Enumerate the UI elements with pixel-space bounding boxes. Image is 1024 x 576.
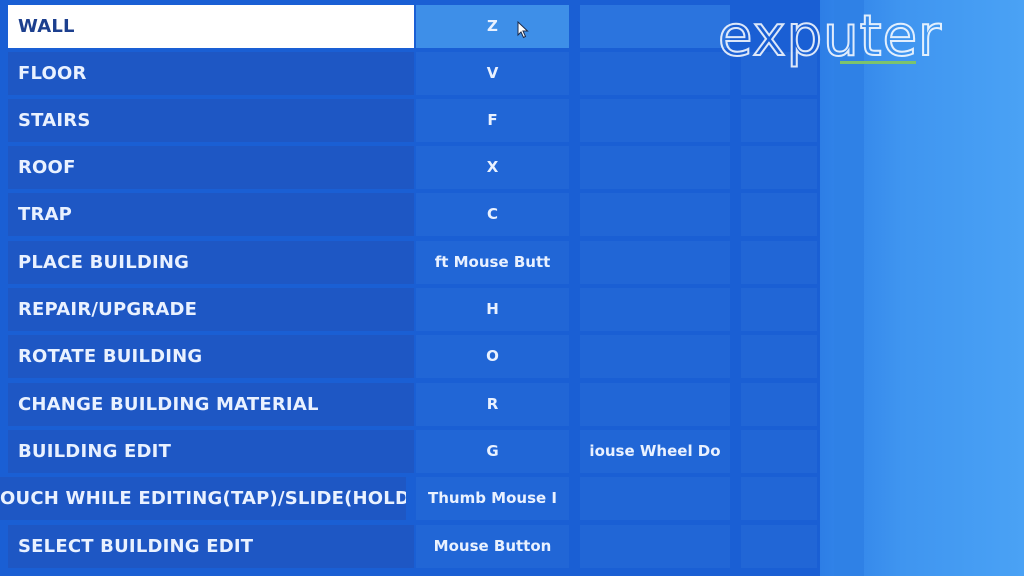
secondary-key-slot[interactable] xyxy=(580,525,730,568)
action-label: PLACE BUILDING xyxy=(8,241,414,284)
primary-key-slot[interactable]: G xyxy=(416,430,569,473)
mouse-cursor-icon xyxy=(517,21,529,39)
secondary-key-slot[interactable] xyxy=(580,193,730,236)
clear-binding-button[interactable] xyxy=(741,335,817,378)
action-label: SELECT BUILDING EDIT xyxy=(8,525,414,568)
secondary-key-slot[interactable] xyxy=(580,335,730,378)
keybind-row-crouch-while-editing[interactable]: ROUCH WHILE EDITING(TAP)/SLIDE(HOLD) Thu… xyxy=(0,477,820,520)
secondary-key-slot[interactable] xyxy=(580,288,730,331)
clear-binding-button[interactable] xyxy=(741,99,817,142)
primary-key-slot[interactable]: Z xyxy=(416,5,569,48)
clear-binding-button[interactable] xyxy=(741,525,817,568)
keybind-row-roof[interactable]: ROOF X xyxy=(0,146,820,189)
secondary-key-slot[interactable] xyxy=(580,477,730,520)
keybind-row-repair-upgrade[interactable]: REPAIR/UPGRADE H xyxy=(0,288,820,331)
primary-key-slot[interactable]: H xyxy=(416,288,569,331)
keybind-row-stairs[interactable]: STAIRS F xyxy=(0,99,820,142)
secondary-key-slot[interactable] xyxy=(580,5,730,48)
secondary-key-slot[interactable] xyxy=(580,241,730,284)
action-label: FLOOR xyxy=(8,52,414,95)
action-label: TRAP xyxy=(8,193,414,236)
primary-key-slot[interactable]: ft Mouse Butt xyxy=(416,241,569,284)
keybind-row-place-building[interactable]: PLACE BUILDING ft Mouse Butt xyxy=(0,241,820,284)
keybind-row-rotate-building[interactable]: ROTATE BUILDING O xyxy=(0,335,820,378)
primary-key-slot[interactable]: F xyxy=(416,99,569,142)
secondary-key-slot[interactable] xyxy=(580,383,730,426)
scrollbar-track[interactable] xyxy=(834,0,864,576)
primary-key-slot[interactable]: V xyxy=(416,52,569,95)
action-label: CHANGE BUILDING MATERIAL xyxy=(8,383,414,426)
keybind-row-building-edit[interactable]: BUILDING EDIT G iouse Wheel Do xyxy=(0,430,820,473)
action-label: BUILDING EDIT xyxy=(8,430,414,473)
primary-key-slot[interactable]: Thumb Mouse I xyxy=(416,477,569,520)
secondary-key-slot[interactable] xyxy=(580,99,730,142)
clear-binding-button[interactable] xyxy=(741,241,817,284)
keybind-row-trap[interactable]: TRAP C xyxy=(0,193,820,236)
clear-binding-button[interactable] xyxy=(741,477,817,520)
keybind-row-select-building-edit[interactable]: SELECT BUILDING EDIT Mouse Button xyxy=(0,525,820,568)
watermark-underline xyxy=(840,61,916,64)
action-label: WALL xyxy=(8,5,414,48)
primary-key-slot[interactable]: Mouse Button xyxy=(416,525,569,568)
keybind-row-wall[interactable]: WALL Z xyxy=(0,5,820,48)
action-label: ROTATE BUILDING xyxy=(8,335,414,378)
primary-key-slot[interactable]: X xyxy=(416,146,569,189)
keybind-row-change-building-material[interactable]: CHANGE BUILDING MATERIAL R xyxy=(0,383,820,426)
clear-binding-button[interactable] xyxy=(741,193,817,236)
action-label: ROOF xyxy=(8,146,414,189)
primary-key-slot[interactable]: C xyxy=(416,193,569,236)
keybind-list: WALL Z FLOOR V STAIRS F ROOF X TRAP C PL… xyxy=(0,0,820,576)
clear-binding-button[interactable] xyxy=(741,383,817,426)
clear-binding-button[interactable] xyxy=(741,288,817,331)
clear-binding-button[interactable] xyxy=(741,146,817,189)
primary-key-slot[interactable]: O xyxy=(416,335,569,378)
primary-key-slot[interactable]: R xyxy=(416,383,569,426)
secondary-key-slot[interactable]: iouse Wheel Do xyxy=(580,430,730,473)
secondary-key-slot[interactable] xyxy=(580,52,730,95)
secondary-key-slot[interactable] xyxy=(580,146,730,189)
clear-binding-button[interactable] xyxy=(741,430,817,473)
action-label: STAIRS xyxy=(8,99,414,142)
keybind-row-floor[interactable]: FLOOR V xyxy=(0,52,820,95)
action-label: ROUCH WHILE EDITING(TAP)/SLIDE(HOLD) xyxy=(0,477,406,520)
action-label: REPAIR/UPGRADE xyxy=(8,288,414,331)
